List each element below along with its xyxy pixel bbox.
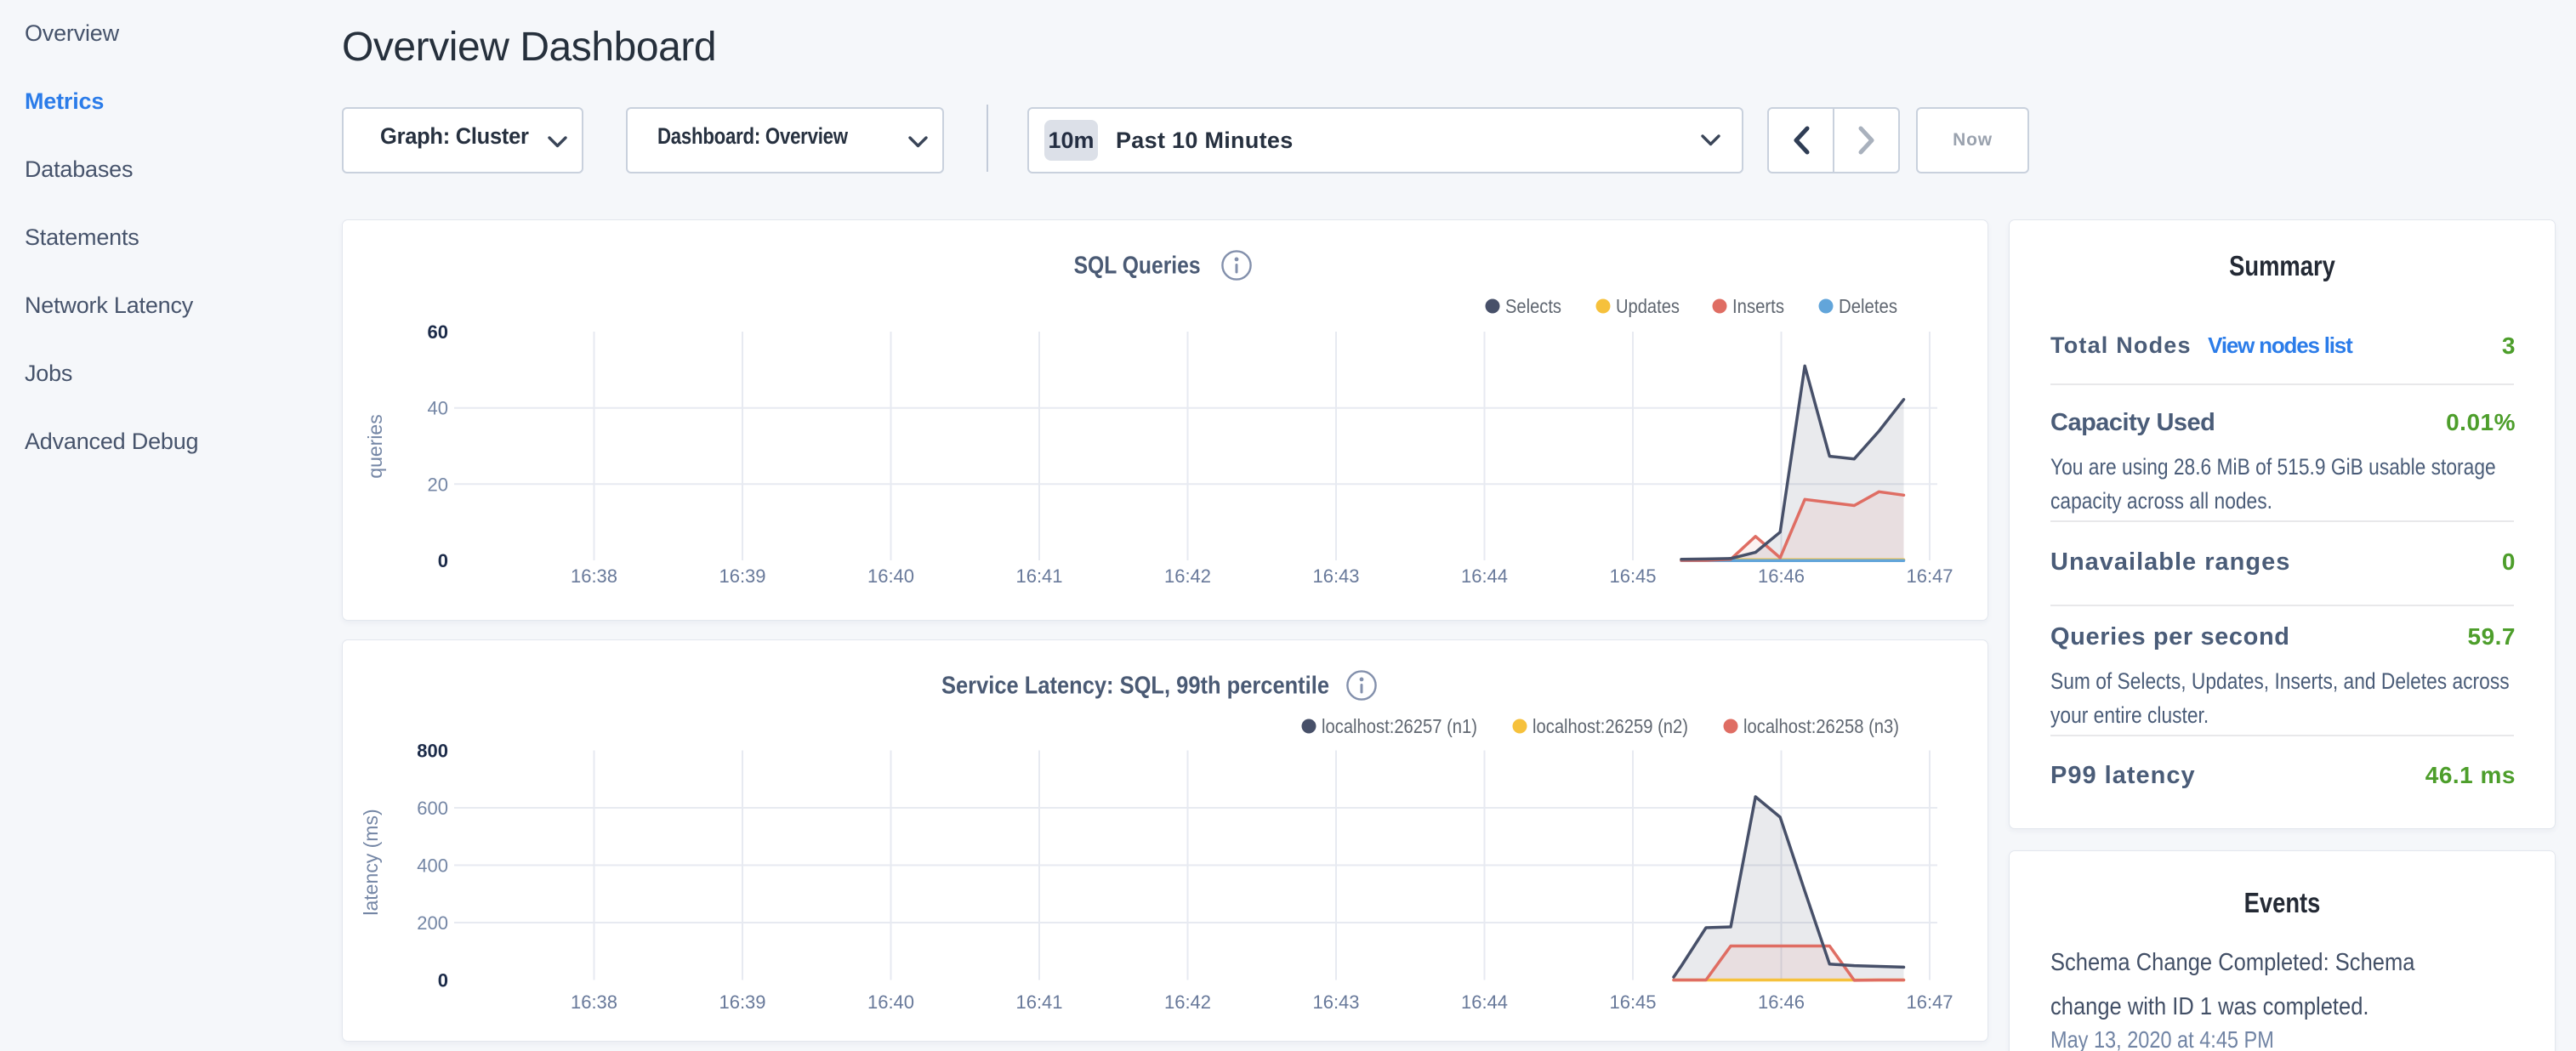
svg-text:16:46: 16:46 <box>1758 565 1805 587</box>
svg-text:0: 0 <box>438 550 448 571</box>
svg-text:Selects: Selects <box>1505 295 1561 317</box>
svg-text:16:44: 16:44 <box>1461 565 1508 587</box>
svg-text:16:40: 16:40 <box>867 991 914 1013</box>
svg-text:0: 0 <box>438 970 448 991</box>
svg-text:20: 20 <box>428 474 448 495</box>
svg-text:800: 800 <box>417 741 448 762</box>
svg-text:200: 200 <box>417 912 448 934</box>
svg-text:16:47: 16:47 <box>1906 991 1953 1013</box>
svg-text:16:45: 16:45 <box>1609 565 1656 587</box>
svg-text:16:44: 16:44 <box>1461 991 1508 1013</box>
svg-text:16:41: 16:41 <box>1015 991 1062 1013</box>
svg-text:16:45: 16:45 <box>1609 991 1656 1013</box>
svg-text:16:39: 16:39 <box>719 565 765 587</box>
svg-text:16:40: 16:40 <box>867 565 914 587</box>
svg-text:40: 40 <box>428 398 448 419</box>
svg-text:16:46: 16:46 <box>1758 991 1805 1013</box>
svg-text:400: 400 <box>417 855 448 877</box>
svg-text:latency (ms): latency (ms) <box>360 809 382 915</box>
svg-text:16:39: 16:39 <box>719 991 765 1013</box>
svg-text:Service Latency: SQL, 99th per: Service Latency: SQL, 99th percentile <box>941 672 1329 699</box>
svg-text:localhost:26257 (n1): localhost:26257 (n1) <box>1322 715 1477 737</box>
svg-text:16:38: 16:38 <box>571 565 617 587</box>
svg-text:16:41: 16:41 <box>1015 565 1062 587</box>
svg-text:Deletes: Deletes <box>1839 295 1897 317</box>
svg-text:16:43: 16:43 <box>1312 565 1359 587</box>
svg-text:16:38: 16:38 <box>571 991 617 1013</box>
svg-text:Updates: Updates <box>1616 295 1680 317</box>
svg-text:60: 60 <box>428 321 448 343</box>
svg-text:Inserts: Inserts <box>1732 295 1784 317</box>
svg-text:16:43: 16:43 <box>1312 991 1359 1013</box>
svg-text:localhost:26258 (n3): localhost:26258 (n3) <box>1743 715 1899 737</box>
svg-text:16:47: 16:47 <box>1906 565 1953 587</box>
svg-text:600: 600 <box>417 798 448 819</box>
svg-text:localhost:26259 (n2): localhost:26259 (n2) <box>1533 715 1688 737</box>
svg-text:16:42: 16:42 <box>1164 565 1211 587</box>
svg-text:queries: queries <box>364 414 386 478</box>
svg-text:SQL Queries: SQL Queries <box>1074 252 1201 279</box>
svg-text:16:42: 16:42 <box>1164 991 1211 1013</box>
